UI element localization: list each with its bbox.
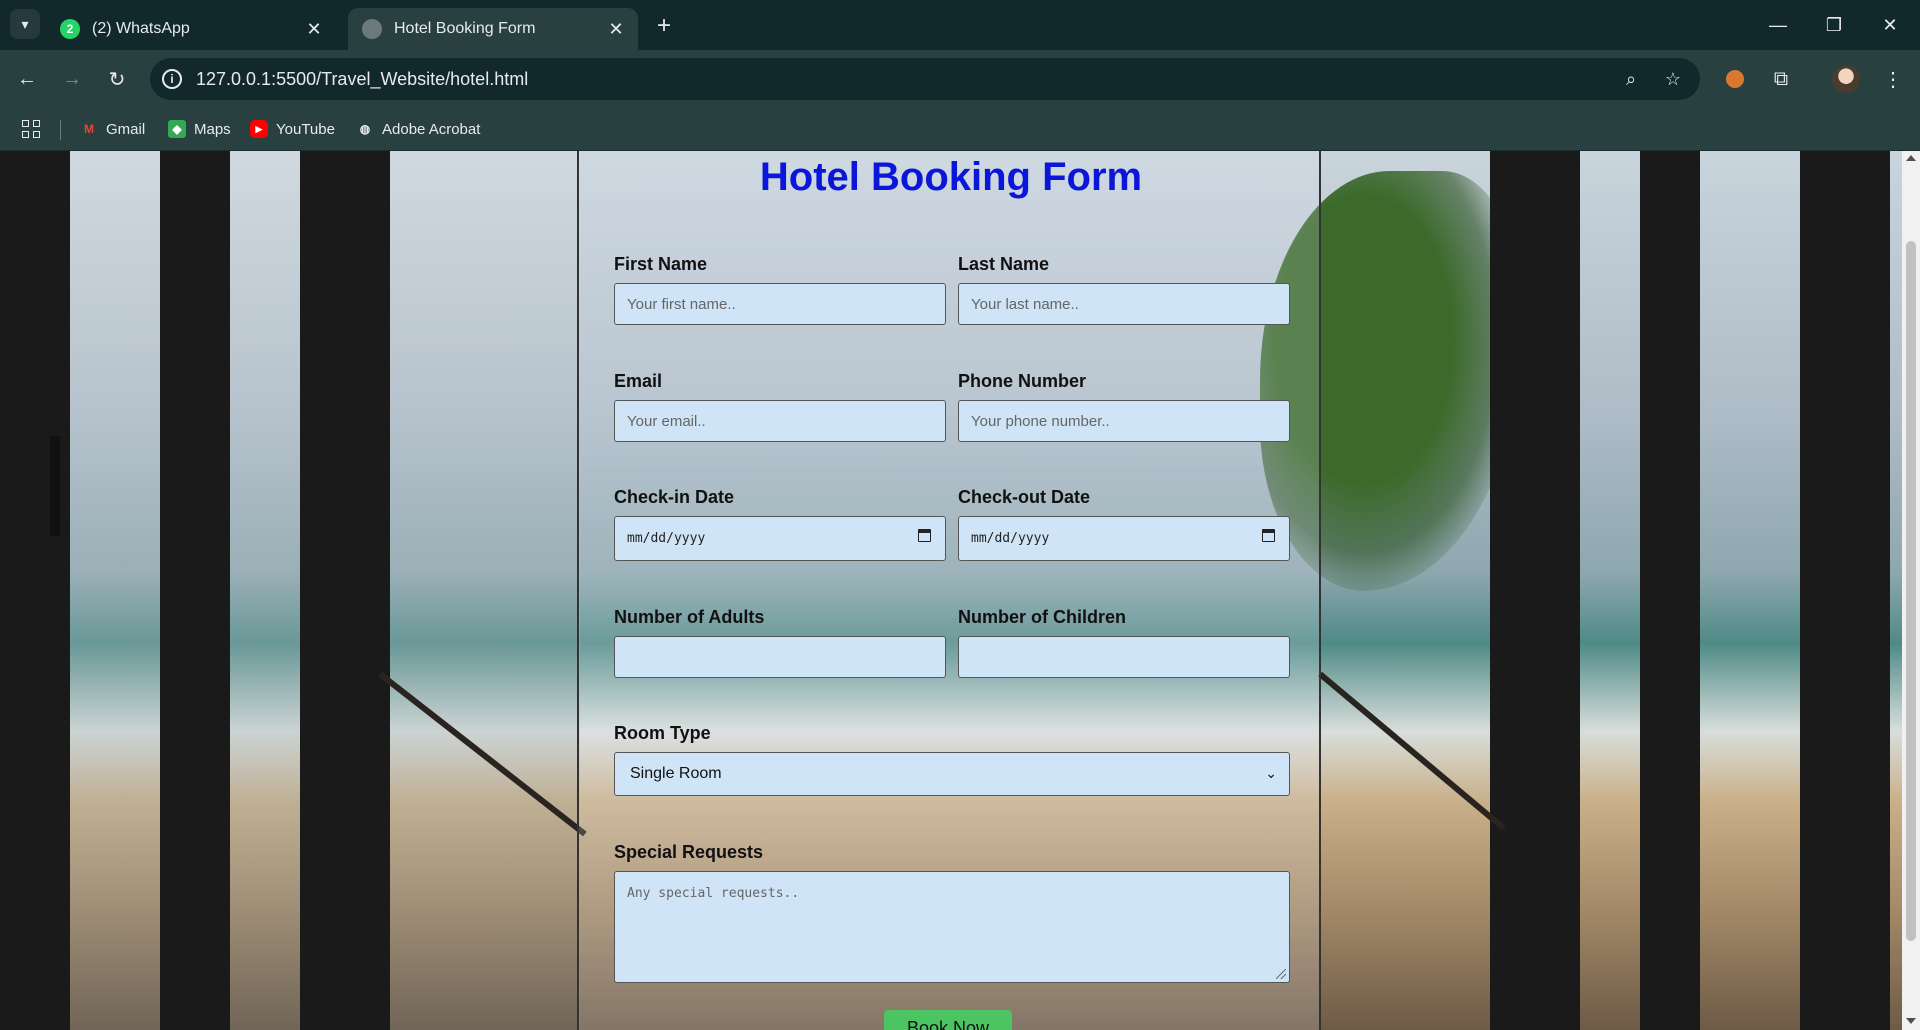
bookmark-adobe-acrobat[interactable]: ◍ Adobe Acrobat bbox=[356, 117, 481, 141]
youtube-icon: ▶ bbox=[250, 120, 268, 138]
page-title: Hotel Booking Form bbox=[759, 155, 1143, 199]
globe-icon: ◍ bbox=[359, 122, 371, 136]
checkout-label: Check-out Date bbox=[958, 487, 1091, 507]
date-value: mm/dd/yyyy bbox=[971, 531, 1050, 546]
last-name-input[interactable]: Your last name.. bbox=[958, 283, 1290, 325]
page-scrollbar[interactable] bbox=[1902, 151, 1920, 1030]
cookie-extension-icon[interactable] bbox=[1718, 62, 1752, 96]
calendar-icon[interactable] bbox=[1262, 529, 1275, 542]
phone-input[interactable]: Your phone number.. bbox=[958, 400, 1290, 442]
room-type-value: Single Room bbox=[630, 765, 722, 782]
whatsapp-icon: 2 bbox=[60, 19, 80, 39]
resize-handle-icon[interactable] bbox=[1276, 969, 1286, 979]
maps-icon: ◆ bbox=[168, 120, 186, 138]
browser-toolbar: ← → ↻ i 127.0.0.1:5500/Travel_Website/ho… bbox=[0, 50, 1920, 108]
room-type-label: Room Type bbox=[614, 723, 711, 743]
children-label: Number of Children bbox=[958, 607, 1127, 627]
restore-button[interactable]: ❐ bbox=[1814, 10, 1854, 40]
background-door-frame bbox=[160, 151, 230, 1030]
adults-input[interactable] bbox=[614, 636, 946, 678]
checkin-label: Check-in Date bbox=[614, 487, 735, 507]
minimize-button[interactable]: — bbox=[1758, 10, 1798, 40]
bookmark-youtube[interactable]: ▶ YouTube bbox=[250, 117, 335, 141]
checkin-date-input[interactable]: mm/dd/yyyy bbox=[614, 516, 946, 561]
bookmark-maps[interactable]: ◆ Maps bbox=[168, 117, 231, 141]
tab-strip: ▾ 2 (2) WhatsApp ✕ Hotel Booking Form ✕ … bbox=[0, 0, 1920, 50]
bookmark-label: Maps bbox=[194, 120, 231, 138]
special-requests-textarea[interactable]: Any special requests.. bbox=[614, 871, 1290, 983]
bookmark-gmail[interactable]: M Gmail bbox=[80, 117, 145, 141]
background-window-left bbox=[0, 151, 580, 1030]
background-door-frame bbox=[1640, 151, 1700, 1030]
site-info-icon[interactable]: i bbox=[162, 69, 182, 89]
background-door-frame bbox=[1800, 151, 1890, 1030]
window-close-button[interactable]: ✕ bbox=[1870, 10, 1910, 40]
bookmarks-divider bbox=[60, 120, 61, 140]
extensions-icon[interactable]: ⧉ bbox=[1764, 62, 1798, 96]
last-name-label: Last Name bbox=[958, 254, 1050, 274]
reload-button[interactable]: ↻ bbox=[100, 62, 134, 96]
background-door-frame bbox=[0, 151, 70, 1030]
room-type-select[interactable]: Single Room ⌄ bbox=[614, 752, 1290, 796]
page-viewport: Hotel Booking Form First Name Your first… bbox=[0, 151, 1902, 1030]
first-name-input[interactable]: Your first name.. bbox=[614, 283, 946, 325]
scrollbar-thumb[interactable] bbox=[1906, 241, 1916, 941]
bookmark-label: Adobe Acrobat bbox=[382, 120, 481, 138]
arrow-right-icon: → bbox=[62, 67, 82, 90]
forward-button[interactable]: → bbox=[55, 62, 89, 96]
close-icon[interactable]: ✕ bbox=[604, 17, 628, 41]
calendar-icon[interactable] bbox=[918, 529, 931, 542]
background-deck-chair bbox=[1318, 671, 1506, 831]
bookmark-label: Gmail bbox=[106, 120, 146, 138]
email-label: Email bbox=[614, 371, 663, 391]
tab-title: Hotel Booking Form bbox=[394, 20, 536, 37]
scroll-down-arrow-icon[interactable] bbox=[1906, 1018, 1916, 1024]
star-icon[interactable]: ☆ bbox=[1660, 66, 1686, 92]
tab-hotel-booking[interactable]: Hotel Booking Form ✕ bbox=[348, 8, 638, 50]
textarea-placeholder: Any special requests.. bbox=[627, 886, 800, 901]
background-door-frame bbox=[1490, 151, 1580, 1030]
adults-label: Number of Adults bbox=[614, 607, 765, 627]
gmail-icon: M bbox=[84, 122, 94, 136]
phone-label: Phone Number bbox=[958, 371, 1087, 391]
tab-search-button[interactable]: ▾ bbox=[10, 9, 40, 39]
tab-whatsapp[interactable]: 2 (2) WhatsApp ✕ bbox=[46, 8, 336, 50]
arrow-left-icon: ← bbox=[17, 67, 37, 90]
first-name-label: First Name bbox=[614, 254, 708, 274]
chevron-down-icon: ⌄ bbox=[1265, 765, 1277, 781]
book-now-button[interactable]: Book Now bbox=[884, 1010, 1012, 1030]
url-text[interactable]: 127.0.0.1:5500/Travel_Website/hotel.html bbox=[196, 69, 528, 90]
special-requests-label: Special Requests bbox=[614, 842, 764, 862]
back-button[interactable]: ← bbox=[10, 62, 44, 96]
bookmark-label: YouTube bbox=[276, 120, 335, 138]
profile-avatar[interactable] bbox=[1832, 65, 1860, 93]
children-input[interactable] bbox=[958, 636, 1290, 678]
background-door-frame bbox=[300, 151, 390, 1030]
booking-form: Hotel Booking Form First Name Your first… bbox=[577, 151, 1321, 1030]
menu-icon[interactable]: ⋮ bbox=[1876, 62, 1910, 96]
address-bar[interactable]: i 127.0.0.1:5500/Travel_Website/hotel.ht… bbox=[150, 58, 1700, 100]
bookmarks-bar: M Gmail ◆ Maps ▶ YouTube ◍ Adobe Acrobat bbox=[0, 108, 1920, 151]
scroll-up-arrow-icon[interactable] bbox=[1906, 155, 1916, 161]
chevron-down-icon: ▾ bbox=[21, 15, 29, 32]
email-input[interactable]: Your email.. bbox=[614, 400, 946, 442]
date-value: mm/dd/yyyy bbox=[627, 531, 706, 546]
background-door-handle bbox=[50, 436, 60, 536]
checkout-date-input[interactable]: mm/dd/yyyy bbox=[958, 516, 1290, 561]
tab-title: (2) WhatsApp bbox=[92, 20, 190, 37]
zoom-icon[interactable]: ⌕ bbox=[1618, 66, 1644, 92]
new-tab-button[interactable]: + bbox=[650, 12, 678, 40]
globe-icon bbox=[362, 19, 382, 39]
reload-icon: ↻ bbox=[108, 68, 126, 91]
apps-grid-icon[interactable] bbox=[22, 120, 40, 138]
close-icon[interactable]: ✕ bbox=[302, 17, 326, 41]
